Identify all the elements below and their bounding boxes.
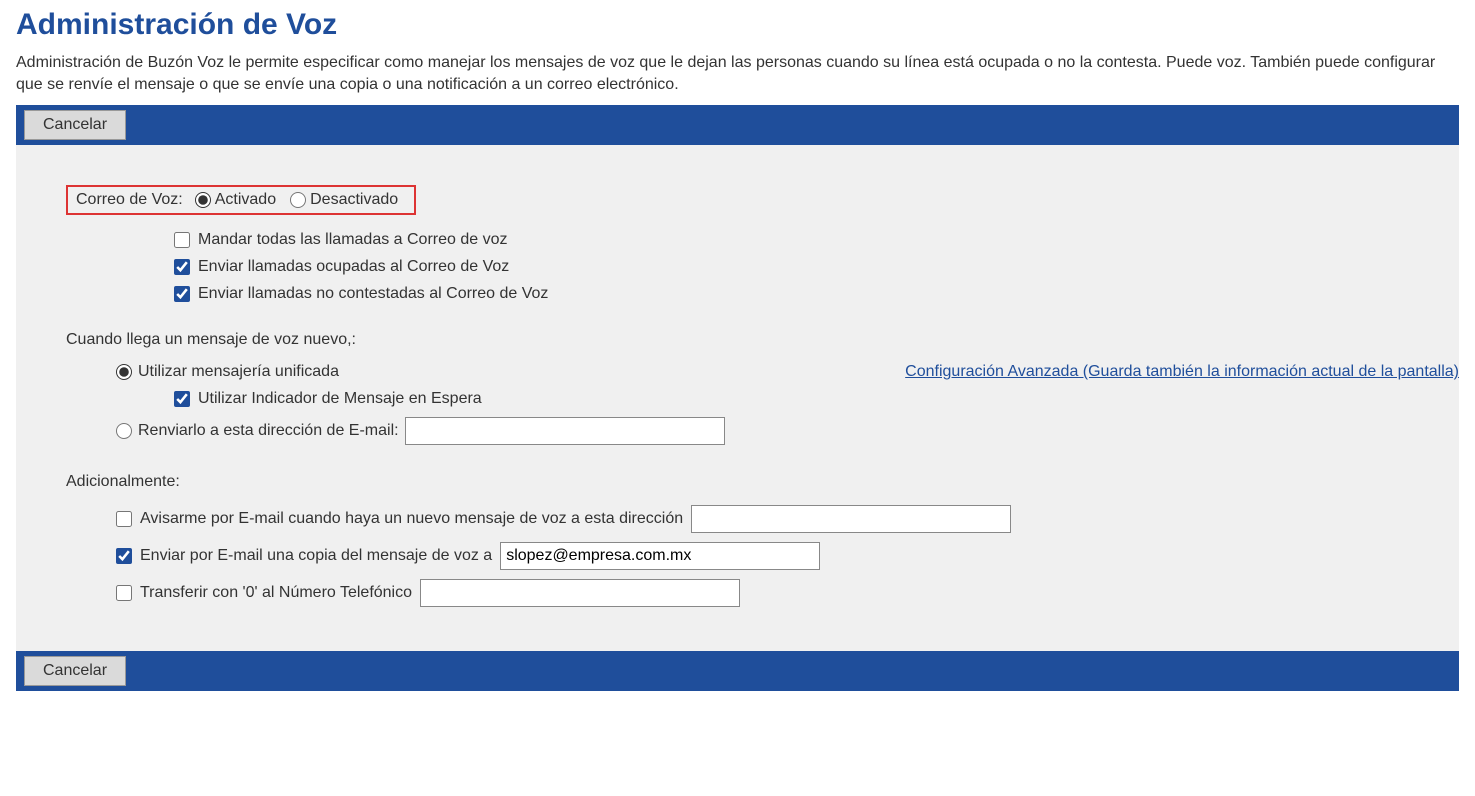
send-all-row: Mandar todas las llamadas a Correo de vo…	[174, 231, 1409, 249]
bottom-button-bar: Cancelar	[16, 651, 1459, 691]
unified-messaging-label: Utilizar mensajería unificada	[138, 363, 339, 381]
transfer-label: Transferir con '0' al Número Telefónico	[140, 584, 412, 602]
page-description: Administración de Buzón Voz le permite e…	[16, 52, 1459, 95]
voicemail-off-radio-group[interactable]: Desactivado	[290, 191, 398, 209]
copy-email-row: Enviar por E-mail una copia del mensaje …	[116, 542, 1409, 570]
send-all-label: Mandar todas las llamadas a Correo de vo…	[198, 231, 508, 249]
copy-email-checkbox[interactable]	[116, 548, 132, 564]
voicemail-status-highlight: Correo de Voz: Activado Desactivado	[66, 185, 416, 215]
notify-email-row: Avisarme por E-mail cuando haya un nuevo…	[116, 505, 1409, 533]
voicemail-off-label: Desactivado	[310, 191, 398, 209]
send-busy-label: Enviar llamadas ocupadas al Correo de Vo…	[198, 258, 509, 276]
send-unanswered-checkbox[interactable]	[174, 286, 190, 302]
page-title: Administración de Voz	[16, 8, 1459, 42]
transfer-row: Transferir con '0' al Número Telefónico	[116, 579, 1409, 607]
voicemail-on-radio[interactable]	[195, 192, 211, 208]
waiting-indicator-checkbox[interactable]	[174, 391, 190, 407]
forward-email-label: Renviarlo a esta dirección de E-mail:	[138, 422, 399, 440]
transfer-checkbox[interactable]	[116, 585, 132, 601]
notify-email-input[interactable]	[691, 505, 1011, 533]
notify-email-label: Avisarme por E-mail cuando haya un nuevo…	[140, 510, 683, 528]
send-busy-checkbox[interactable]	[174, 259, 190, 275]
additional-section-label: Adicionalmente:	[66, 473, 1409, 491]
send-unanswered-label: Enviar llamadas no contestadas al Correo…	[198, 285, 548, 303]
voicemail-off-radio[interactable]	[290, 192, 306, 208]
advanced-config-link[interactable]: Configuración Avanzada (Guarda también l…	[905, 363, 1459, 381]
transfer-input[interactable]	[420, 579, 740, 607]
waiting-indicator-label: Utilizar Indicador de Mensaje en Espera	[198, 390, 482, 408]
cancel-button-bottom[interactable]: Cancelar	[24, 656, 126, 686]
top-button-bar: Cancelar	[16, 105, 1459, 145]
waiting-indicator-row: Utilizar Indicador de Mensaje en Espera	[174, 390, 1409, 408]
form-panel: Correo de Voz: Activado Desactivado Mand…	[16, 145, 1459, 651]
send-all-checkbox[interactable]	[174, 232, 190, 248]
forward-email-row: Renviarlo a esta dirección de E-mail:	[116, 417, 1409, 445]
forward-email-input[interactable]	[405, 417, 725, 445]
send-busy-row: Enviar llamadas ocupadas al Correo de Vo…	[174, 258, 1409, 276]
send-unanswered-row: Enviar llamadas no contestadas al Correo…	[174, 285, 1409, 303]
new-message-section-label: Cuando llega un mensaje de voz nuevo,:	[66, 331, 1409, 349]
voicemail-status-label: Correo de Voz:	[76, 191, 183, 209]
voicemail-on-radio-group[interactable]: Activado	[195, 191, 276, 209]
copy-email-label: Enviar por E-mail una copia del mensaje …	[140, 547, 492, 565]
cancel-button-top[interactable]: Cancelar	[24, 110, 126, 140]
notify-email-checkbox[interactable]	[116, 511, 132, 527]
unified-messaging-row: Utilizar mensajería unificada Configurac…	[116, 363, 1459, 381]
unified-messaging-radio[interactable]	[116, 364, 132, 380]
copy-email-input[interactable]	[500, 542, 820, 570]
forward-email-radio[interactable]	[116, 423, 132, 439]
voicemail-on-label: Activado	[215, 191, 276, 209]
